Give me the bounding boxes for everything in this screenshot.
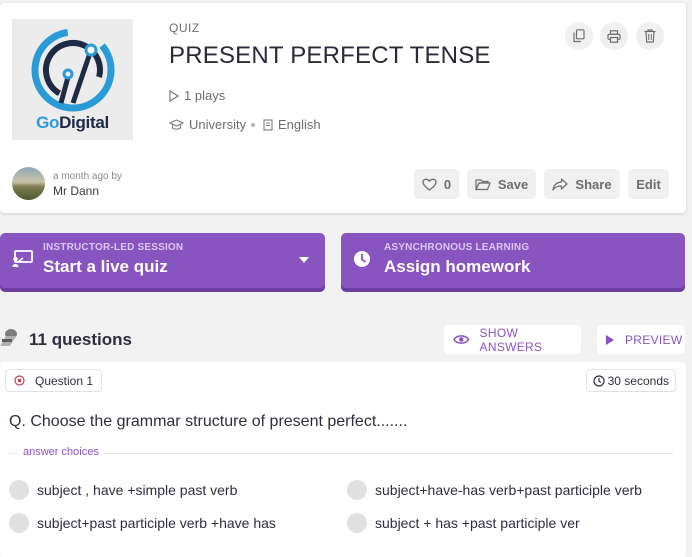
time-limit-badge: 30 seconds xyxy=(585,369,676,392)
grade-level: University xyxy=(169,117,246,132)
choice-radio xyxy=(347,513,367,533)
edit-button[interactable]: Edit xyxy=(628,169,669,199)
eye-icon xyxy=(453,335,470,344)
show-answers-label: SHOW ANSWERS xyxy=(479,325,543,354)
share-button[interactable]: Share xyxy=(544,169,620,199)
meta-separator xyxy=(251,123,255,127)
answer-choice: subject , have +simple past verb xyxy=(9,480,237,500)
play-icon xyxy=(169,89,179,102)
question-count: 11 questions xyxy=(29,330,132,349)
live-session-kicker: INSTRUCTOR-LED SESSION xyxy=(43,242,184,253)
clock-icon xyxy=(593,374,605,387)
answer-choice: subject + has +past participle ver xyxy=(347,513,580,533)
choice-radio xyxy=(9,513,29,533)
plays-count: 1 plays xyxy=(169,88,225,103)
edit-label: Edit xyxy=(636,176,661,192)
printer-icon xyxy=(607,29,621,43)
preview-label: PREVIEW xyxy=(625,332,683,347)
book-icon xyxy=(263,118,273,131)
answer-choices-label: answer choices xyxy=(18,446,104,458)
trash-icon xyxy=(644,29,656,43)
like-button[interactable]: 0 xyxy=(414,169,459,199)
author-name[interactable]: Mr Dann xyxy=(53,184,99,198)
question-type-badge: Question 1 xyxy=(5,369,103,392)
show-answers-button[interactable]: SHOW ANSWERS xyxy=(444,325,581,354)
like-count: 0 xyxy=(443,176,452,192)
answer-choice: subject+have-has verb+past participle ve… xyxy=(347,480,642,500)
thumbnail-brand: GoDigital xyxy=(36,113,109,132)
radio-target-icon xyxy=(14,375,25,386)
clock-icon xyxy=(354,251,370,267)
share-icon xyxy=(552,177,569,191)
folder-icon xyxy=(474,178,491,190)
question-text: Q. Choose the grammar structure of prese… xyxy=(9,413,408,430)
author-avatar[interactable] xyxy=(12,167,45,200)
share-label: Share xyxy=(575,176,612,192)
quiz-header-card: GoDigital QUIZ PRESENT PERFECT TENSE 1 p… xyxy=(0,3,686,213)
preview-button[interactable]: PREVIEW xyxy=(597,325,685,354)
created-time: a month ago by xyxy=(53,171,122,182)
homework-label: Assign homework xyxy=(384,257,531,276)
godigital-logo-icon xyxy=(31,28,115,112)
answer-choices-divider xyxy=(9,453,673,454)
page-title: PRESENT PERFECT TENSE xyxy=(169,42,491,69)
copy-button[interactable] xyxy=(565,22,593,50)
quiz-language: English xyxy=(263,117,321,132)
question-card: Question 1 30 seconds Q. Choose the gram… xyxy=(0,362,686,557)
assign-homework-button[interactable]: ASYNCHRONOUS LEARNING Assign homework xyxy=(341,233,685,288)
live-session-label: Start a live quiz xyxy=(43,257,168,276)
presentation-icon xyxy=(12,250,33,267)
start-live-quiz-button[interactable]: INSTRUCTOR-LED SESSION Start a live quiz xyxy=(0,233,325,288)
answer-choice: subject+past participle verb +have has xyxy=(9,513,276,533)
heart-icon xyxy=(422,178,437,191)
copy-icon xyxy=(573,29,585,43)
print-button[interactable] xyxy=(600,22,628,50)
homework-kicker: ASYNCHRONOUS LEARNING xyxy=(384,242,530,253)
save-button[interactable]: Save xyxy=(467,169,536,199)
caret-down-icon[interactable] xyxy=(298,256,310,264)
choice-radio xyxy=(347,480,367,500)
graduation-cap-icon xyxy=(169,118,184,130)
choice-radio xyxy=(9,480,29,500)
questions-list-icon xyxy=(0,329,17,346)
save-label: Save xyxy=(497,176,529,192)
quiz-thumbnail: GoDigital xyxy=(12,19,133,140)
play-icon xyxy=(606,334,614,345)
delete-button[interactable] xyxy=(636,22,664,50)
quiz-type-label: QUIZ xyxy=(169,21,200,35)
